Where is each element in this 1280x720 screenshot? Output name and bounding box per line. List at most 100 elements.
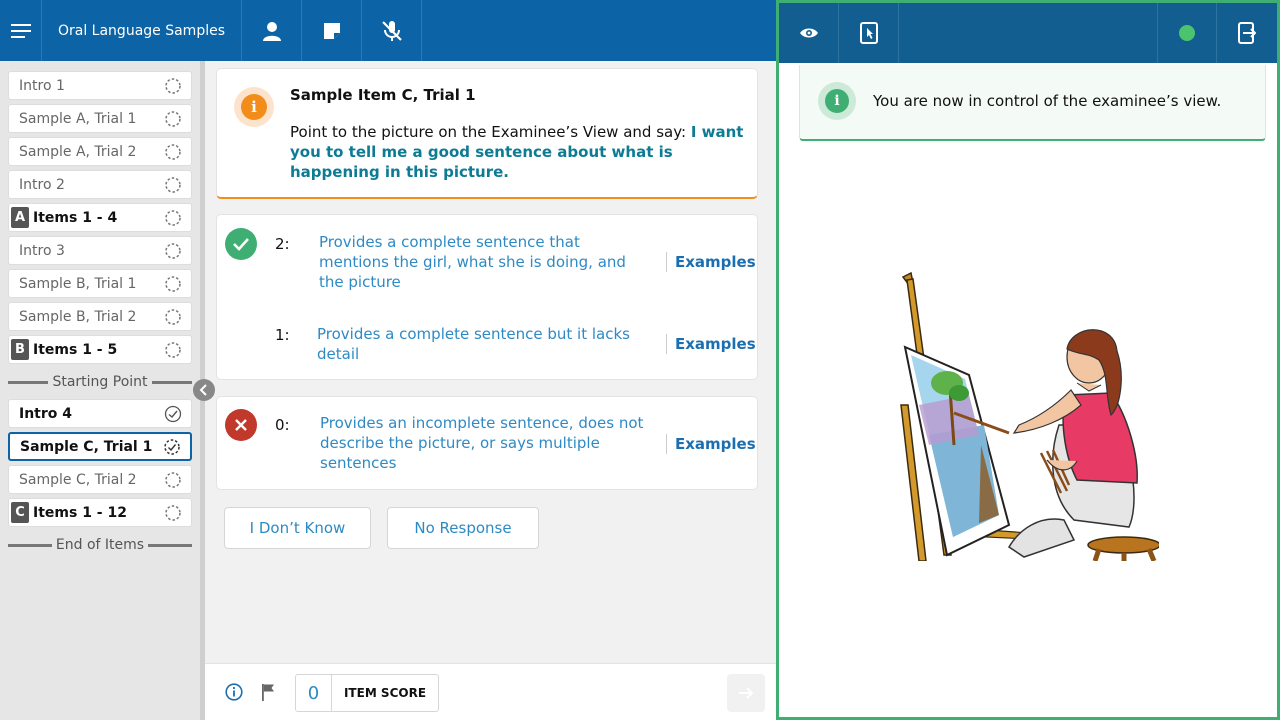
sidebar-item-section-a[interactable]: A Items 1 - 4 — [8, 203, 192, 232]
pending-status-icon — [163, 142, 183, 162]
control-notice-text: You are now in control of the examinee’s… — [873, 92, 1222, 110]
sidebar-item-label: Items 1 - 12 — [33, 504, 127, 521]
pending-status-icon — [163, 241, 183, 261]
footer-bar: 0 ITEM SCORE — [205, 663, 776, 720]
person-icon — [262, 21, 281, 41]
sidebar-item-sample-a-trial-1[interactable]: Sample A, Trial 1 — [8, 104, 192, 133]
sidebar-item-section-b[interactable]: B Items 1 - 5 — [8, 335, 192, 364]
score-value: 0: — [275, 416, 290, 434]
score-value: 2: — [275, 235, 290, 253]
examples-link[interactable]: Examples — [666, 434, 756, 454]
control-examinee-button[interactable] — [839, 3, 899, 63]
notes-button[interactable] — [302, 0, 362, 61]
sidebar-item-intro-3[interactable]: Intro 3 — [8, 236, 192, 265]
pending-status-icon — [163, 109, 183, 129]
check-icon[interactable] — [225, 228, 257, 260]
examinee-toolbar — [779, 3, 1277, 63]
menu-button[interactable] — [0, 0, 42, 61]
item-score-box: 0 ITEM SCORE — [295, 674, 439, 712]
pending-status-icon — [163, 274, 183, 294]
app-title: Oral Language Samples — [42, 0, 242, 61]
sidebar-item-intro-2[interactable]: Intro 2 — [8, 170, 192, 199]
exit-icon — [1238, 22, 1256, 44]
end-of-items-divider: End of Items — [8, 535, 193, 555]
score-description: Provides a complete sentence but it lack… — [317, 325, 630, 363]
sidebar-item-section-c[interactable]: C Items 1 - 12 — [8, 498, 192, 527]
in-progress-icon — [162, 437, 182, 457]
section-badge: B — [11, 339, 29, 360]
exit-button[interactable] — [1217, 3, 1277, 63]
info-icon: i — [818, 82, 856, 120]
top-bar: Oral Language Samples — [0, 0, 776, 61]
sidebar-item-label: Intro 2 — [19, 176, 65, 193]
sidebar-item-sample-c-trial-2[interactable]: Sample C, Trial 2 — [8, 465, 192, 494]
item-score-label: ITEM SCORE — [343, 686, 427, 700]
flag-icon[interactable] — [260, 683, 276, 701]
sidebar-item-sample-c-trial-1[interactable]: Sample C, Trial 1 — [8, 432, 192, 461]
sidebar-item-label: Sample A, Trial 2 — [19, 143, 137, 160]
section-badge: C — [11, 502, 29, 523]
examples-link[interactable]: Examples — [666, 252, 756, 272]
info-icon: i — [234, 87, 274, 127]
sidebar-item-label: Intro 3 — [19, 242, 65, 259]
sidebar-item-sample-b-trial-1[interactable]: Sample B, Trial 1 — [8, 269, 192, 298]
tablet-pointer-icon — [859, 22, 878, 44]
pending-status-icon — [163, 470, 183, 490]
pending-status-icon — [163, 340, 183, 360]
pending-status-icon — [163, 175, 183, 195]
sidebar-item-label: Intro 4 — [19, 405, 73, 422]
examiner-app: Oral Language Samples Intro 1 Sample A, … — [0, 0, 776, 720]
section-badge: A — [11, 207, 29, 228]
score-options-incorrect: 0: Provides an incomplete sentence, does… — [216, 396, 758, 490]
instruction-text: Point to the picture on the Examinee’s V… — [290, 123, 691, 141]
dont-know-button[interactable]: I Don’t Know — [224, 507, 371, 549]
complete-check-icon — [163, 404, 183, 424]
examinee-view: i You are now in control of the examinee… — [776, 0, 1280, 720]
sidebar-item-label: Items 1 - 5 — [33, 341, 118, 358]
sidebar-item-label: Intro 1 — [19, 77, 65, 94]
x-icon[interactable] — [225, 409, 257, 441]
pending-status-icon — [163, 503, 183, 523]
chevron-left-icon — [199, 384, 207, 396]
mic-off-icon — [381, 20, 402, 41]
note-icon — [323, 22, 340, 39]
sidebar-item-intro-4[interactable]: Intro 4 — [8, 399, 192, 428]
microphone-button[interactable] — [362, 0, 422, 61]
item-panel: i Sample Item C, Trial 1 Point to the pi… — [205, 61, 776, 663]
eye-icon — [799, 28, 818, 38]
sidebar-item-sample-a-trial-2[interactable]: Sample A, Trial 2 — [8, 137, 192, 166]
prompt-instruction: Point to the picture on the Examinee’s V… — [290, 122, 745, 182]
score-description: Provides a complete sentence that mentio… — [319, 233, 626, 291]
control-notice: i You are now in control of the examinee… — [799, 65, 1266, 141]
girl-painting-picture[interactable] — [899, 265, 1159, 561]
info-icon[interactable] — [225, 683, 243, 701]
sidebar-item-label: Items 1 - 4 — [33, 209, 118, 226]
starting-point-label: Starting Point — [52, 374, 148, 390]
view-toggle-button[interactable] — [779, 3, 839, 63]
prompt-card: i Sample Item C, Trial 1 Point to the pi… — [216, 68, 758, 199]
sidebar-item-label: Sample A, Trial 1 — [19, 110, 137, 127]
arrow-right-icon — [739, 687, 754, 699]
connection-status — [1157, 3, 1217, 63]
examples-link[interactable]: Examples — [666, 334, 756, 354]
item-navigation-sidebar: Intro 1 Sample A, Trial 1 Sample A, Tria… — [0, 61, 200, 720]
sidebar-item-sample-b-trial-2[interactable]: Sample B, Trial 2 — [8, 302, 192, 331]
no-response-button[interactable]: No Response — [387, 507, 539, 549]
pending-status-icon — [163, 208, 183, 228]
sidebar-item-label: Sample C, Trial 1 — [20, 438, 153, 455]
sidebar-item-label: Sample C, Trial 2 — [19, 471, 137, 488]
starting-point-divider: Starting Point — [8, 372, 192, 392]
score-value: 1: — [275, 326, 290, 344]
examinee-info-button[interactable] — [242, 0, 302, 61]
pending-status-icon — [163, 76, 183, 96]
pending-status-icon — [163, 307, 183, 327]
connection-status-dot — [1179, 25, 1195, 41]
item-title: Sample Item C, Trial 1 — [290, 86, 476, 104]
score-options-correct: 2: Provides a complete sentence that men… — [216, 214, 758, 380]
sidebar-item-intro-1[interactable]: Intro 1 — [8, 71, 192, 100]
sidebar-item-label: Sample B, Trial 1 — [19, 275, 137, 292]
next-button[interactable] — [727, 674, 765, 712]
sidebar-item-label: Sample B, Trial 2 — [19, 308, 137, 325]
collapse-sidebar-button[interactable] — [193, 379, 215, 401]
end-of-items-label: End of Items — [55, 537, 145, 553]
